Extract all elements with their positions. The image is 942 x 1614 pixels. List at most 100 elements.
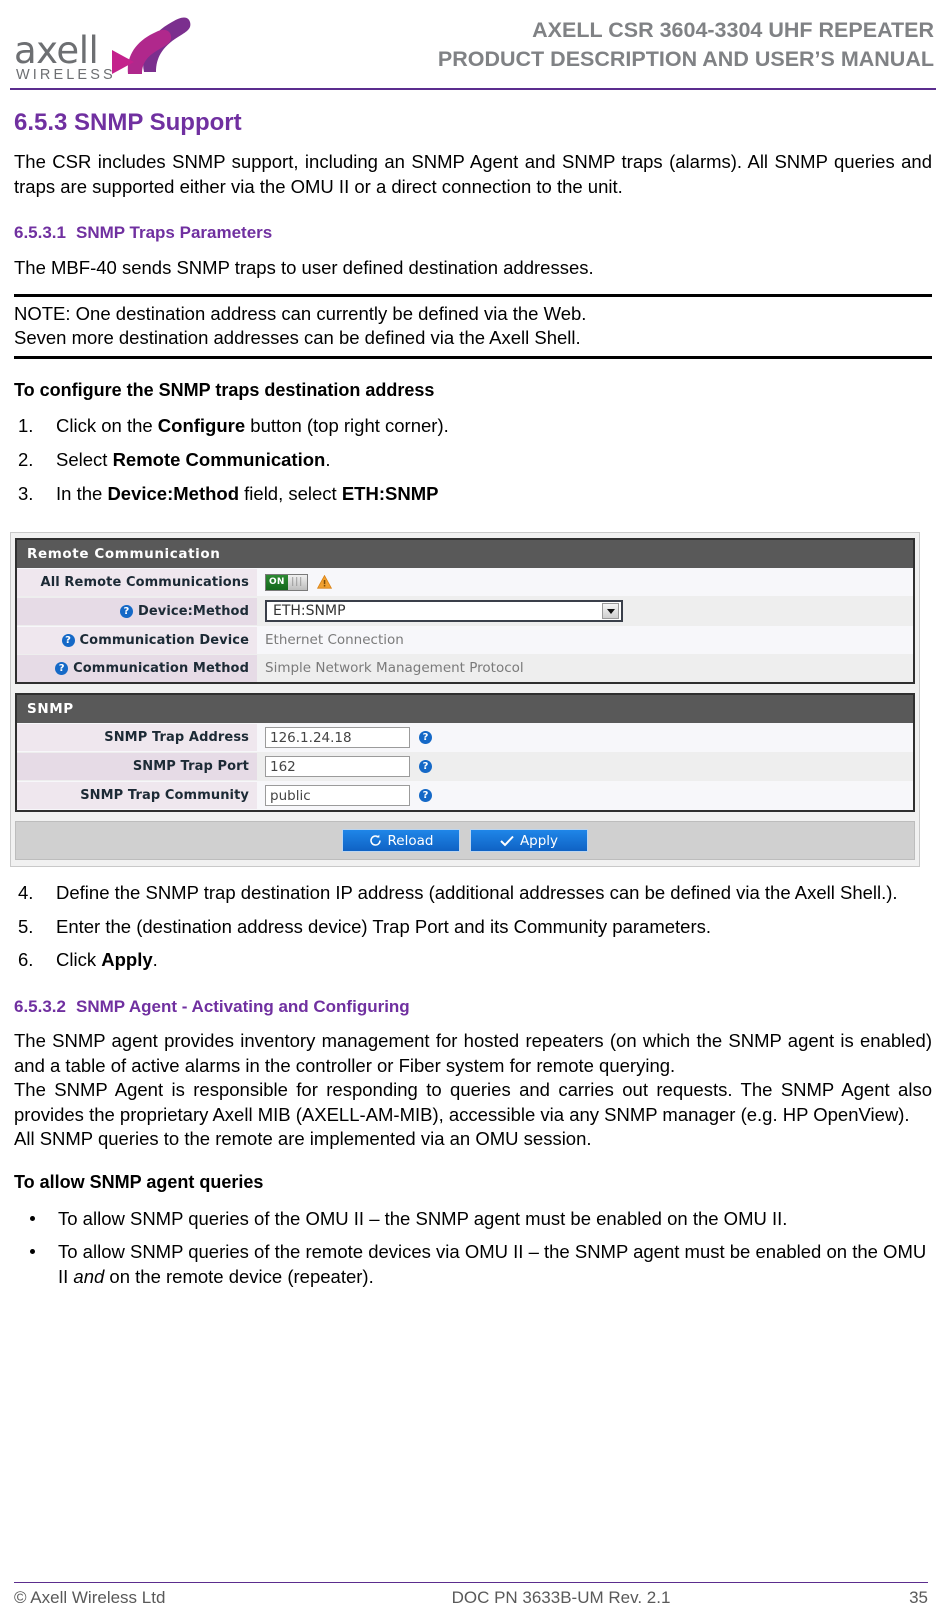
help-icon[interactable]: ? (419, 731, 432, 745)
help-icon[interactable]: ? (419, 789, 432, 803)
value-snmp-trap-address: 126.1.24.18 ? (257, 723, 913, 752)
reload-button-label: Reload (387, 832, 434, 849)
note-line-2: Seven more destination addresses can be … (14, 327, 581, 349)
steps-list-configure-continued: 4. Define the SNMP trap destination IP ad… (14, 881, 932, 973)
device-method-selected-value: ETH:SNMP (273, 603, 346, 620)
toggle-on-label: ON (266, 574, 288, 590)
page-title-line-2: PRODUCT DESCRIPTION AND USER’S MANUAL (437, 46, 934, 71)
label-communication-device-text: Communication Device (79, 632, 249, 648)
steps-list-configure: 1. Click on the Configure button (top rig… (14, 414, 932, 506)
label-communication-method-text: Communication Method (73, 660, 249, 676)
remote-communication-panel: Remote Communication All Remote Communic… (15, 538, 915, 685)
all-remote-communications-toggle[interactable]: ON ||| (265, 573, 308, 591)
reload-button[interactable]: Reload (342, 829, 460, 853)
axell-wireless-logo: axell WIRELESS (12, 4, 192, 84)
embedded-app-screenshot: Remote Communication All Remote Communic… (10, 532, 920, 868)
apply-button-label: Apply (519, 832, 559, 849)
step-1-post: button (top right corner). (245, 415, 449, 437)
value-communication-method: Simple Network Management Protocol (265, 660, 524, 677)
section-heading-653: 6.5.3 SNMP Support (14, 109, 242, 136)
step-6-bold: Apply (101, 949, 153, 971)
toggle-knob: ||| (287, 574, 307, 590)
check-icon (500, 835, 514, 847)
snmp-panel-title: SNMP (17, 695, 913, 724)
screenshot-button-bar: Reload Apply (15, 821, 915, 861)
page-header: axell WIRELESS AXELL CSR 3604-3304 UHF R… (0, 0, 942, 92)
step-2-pre: Select (56, 449, 113, 471)
bullets-list-allow-queries: To allow SNMP queries of the OMU II – th… (14, 1207, 932, 1290)
value-snmp-trap-port: 162 ? (257, 752, 913, 781)
step-number-2: 2. (18, 449, 34, 471)
snmp-trap-address-input[interactable]: 126.1.24.18 (265, 727, 410, 749)
help-icon[interactable]: ? (419, 760, 432, 774)
bullet-item-2: To allow SNMP queries of the remote devi… (14, 1240, 932, 1289)
chevron-down-icon[interactable] (602, 603, 619, 620)
label-all-remote-communications: All Remote Communications (17, 568, 257, 596)
snmp-panel: SNMP SNMP Trap Address 126.1.24.18 ? SNM… (15, 693, 915, 813)
device-method-select[interactable]: ETH:SNMP (265, 600, 623, 623)
step-item-2: 2. Select Remote Communication. (14, 448, 932, 473)
help-icon[interactable]: ? (61, 633, 75, 647)
label-snmp-trap-address: SNMP Trap Address (17, 724, 257, 752)
row-snmp-trap-address: SNMP Trap Address 126.1.24.18 ? (17, 723, 913, 753)
step-number-6: 6. (18, 949, 34, 971)
step-3-bold-2: ETH:SNMP (341, 482, 439, 504)
note-box: NOTE: One destination address can curren… (14, 294, 932, 360)
step-item-1: 1. Click on the Configure button (top rig… (14, 414, 932, 439)
value-communication-device: Ethernet Connection (265, 632, 404, 649)
step-6-post: . (152, 949, 158, 971)
step-2-post: . (325, 449, 331, 471)
subsection-6532-paragraph-2: The SNMP Agent is responsible for respon… (14, 1079, 932, 1125)
footer-divider (14, 1582, 928, 1583)
subsection-heading-6531: 6.5.3.1 SNMP Traps Parameters (14, 223, 932, 243)
row-device-method: ? Device:Method ETH:SNMP (17, 596, 913, 627)
row-snmp-trap-community: SNMP Trap Community public ? (17, 781, 913, 811)
page-footer: © Axell Wireless Ltd DOC PN 3633B-UM Rev… (0, 1582, 942, 1608)
bullet-1-text: To allow SNMP queries of the OMU II – th… (58, 1207, 788, 1229)
step-1-bold: Configure (157, 415, 246, 437)
label-device-method-text: Device:Method (137, 603, 249, 619)
row-communication-method: ? Communication Method Simple Network Ma… (17, 654, 913, 683)
bullet-2-italic: and (73, 1266, 105, 1288)
subsection-title-6532: SNMP Agent - Activating and Configuring (76, 997, 410, 1017)
subsection-6532-paragraph-3: All SNMP queries to the remote are imple… (14, 1128, 592, 1150)
label-snmp-trap-port: SNMP Trap Port (17, 753, 257, 781)
snmp-trap-port-input[interactable]: 162 (265, 756, 410, 778)
step-3-pre: In the (56, 482, 108, 504)
row-all-remote-communications: All Remote Communications ON ||| (17, 568, 913, 597)
help-icon[interactable]: ? (55, 661, 69, 675)
step-item-5: 5. Enter the (destination address device)… (14, 915, 932, 940)
subsection-title-6531: SNMP Traps Parameters (76, 223, 273, 243)
step-5-text: Enter the (destination address device) T… (56, 915, 711, 937)
subsection-number-6531: 6.5.3.1 (14, 223, 66, 243)
value-snmp-trap-community: public ? (257, 781, 913, 810)
header-divider (10, 88, 936, 90)
logo-swoosh-icon (112, 17, 191, 75)
step-1-pre: Click on the (56, 415, 158, 437)
remote-communication-panel-title: Remote Communication (17, 540, 913, 569)
footer-page-number: 35 (909, 1588, 928, 1607)
warning-triangle-icon (317, 575, 332, 589)
label-communication-device: ? Communication Device (17, 626, 257, 654)
step-number-4: 4. (18, 882, 34, 904)
footer-copyright: © Axell Wireless Ltd (14, 1588, 166, 1607)
apply-button[interactable]: Apply (470, 829, 588, 853)
step-6-pre: Click (56, 949, 102, 971)
row-communication-device: ? Communication Device Ethernet Connecti… (17, 626, 913, 655)
section-intro-paragraph: The CSR includes SNMP support, including… (14, 151, 932, 197)
snmp-trap-community-input[interactable]: public (265, 785, 410, 807)
step-item-4: 4. Define the SNMP trap destination IP ad… (14, 881, 932, 906)
procedure-title-configure-traps: To configure the SNMP traps destination … (14, 380, 435, 401)
footer-document-id: DOC PN 3633B-UM Rev. 2.1 (451, 1588, 671, 1607)
page-content: 6.5.3 SNMP Support The CSR includes SNMP… (0, 109, 942, 1290)
step-number-1: 1. (18, 415, 34, 437)
value-all-remote-communications: ON ||| (257, 570, 913, 595)
help-icon[interactable]: ? (119, 604, 133, 618)
row-snmp-trap-port: SNMP Trap Port 162 ? (17, 752, 913, 782)
bullet-item-1: To allow SNMP queries of the OMU II – th… (14, 1207, 932, 1232)
logo-wordmark: axell (14, 29, 99, 72)
subsection-6531-intro: The MBF-40 sends SNMP traps to user defi… (14, 256, 594, 278)
step-3-bold: Device:Method (107, 482, 240, 504)
bullet-dot-icon (30, 1215, 35, 1221)
step-3-mid: field, select (239, 482, 342, 504)
